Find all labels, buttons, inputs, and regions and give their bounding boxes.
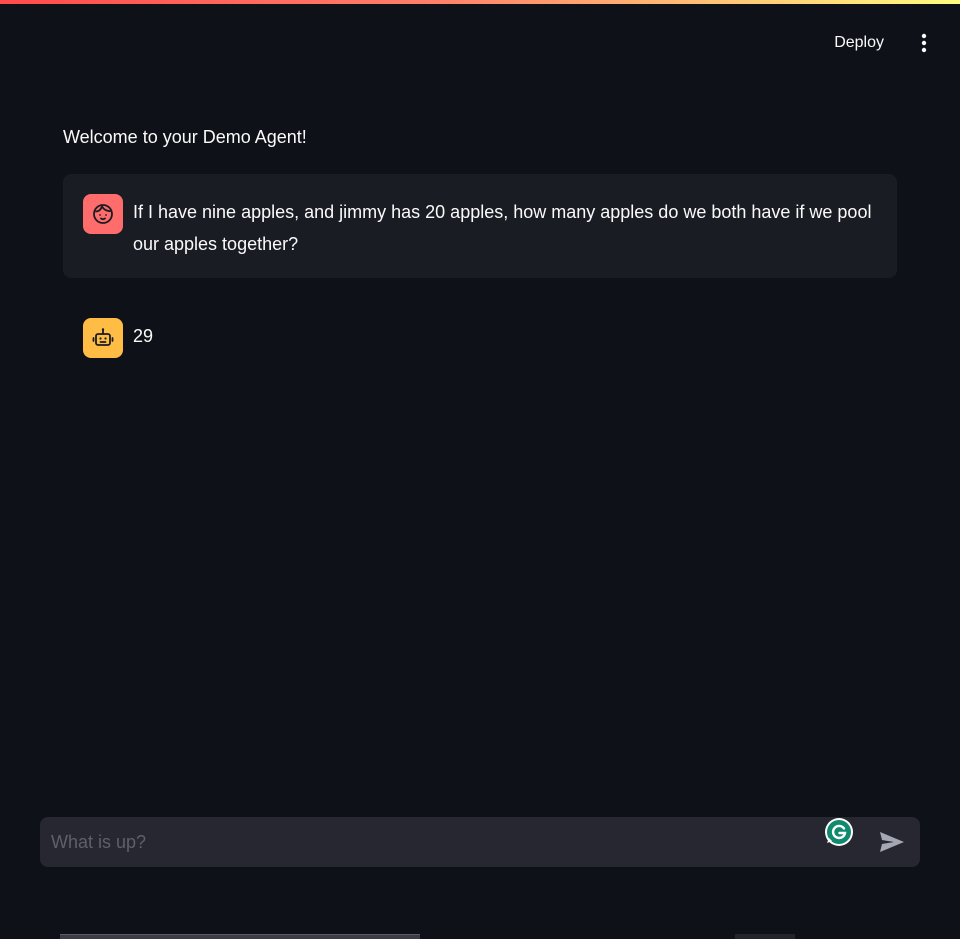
user-message-text: If I have nine apples, and jimmy has 20 … bbox=[133, 202, 872, 254]
more-vertical-icon bbox=[921, 33, 927, 53]
main-menu-button[interactable] bbox=[916, 31, 932, 55]
toolbar: Deploy bbox=[828, 30, 932, 56]
deploy-button[interactable]: Deploy bbox=[828, 30, 890, 56]
grammarly-button[interactable] bbox=[823, 817, 855, 849]
grammarly-icon bbox=[825, 818, 853, 846]
user-avatar bbox=[83, 194, 123, 234]
horizontal-scrollbar[interactable] bbox=[60, 934, 420, 939]
welcome-text: Welcome to your Demo Agent! bbox=[63, 127, 307, 147]
app-page: Deploy Welcome to your Demo Agent! If I … bbox=[0, 0, 960, 939]
chat-input[interactable] bbox=[40, 817, 800, 867]
send-button[interactable] bbox=[878, 830, 906, 854]
robot-icon bbox=[92, 328, 114, 346]
chat-input-container bbox=[40, 817, 920, 867]
chat-message-assistant: 29 bbox=[63, 298, 897, 378]
assistant-avatar bbox=[83, 318, 123, 358]
assistant-message-text: 29 bbox=[133, 326, 154, 346]
chat-message-user: If I have nine apples, and jimmy has 20 … bbox=[63, 174, 897, 278]
scrollbar-segment bbox=[735, 934, 795, 939]
top-decoration-bar bbox=[0, 0, 960, 4]
send-icon bbox=[880, 832, 904, 852]
face-icon bbox=[93, 204, 113, 224]
